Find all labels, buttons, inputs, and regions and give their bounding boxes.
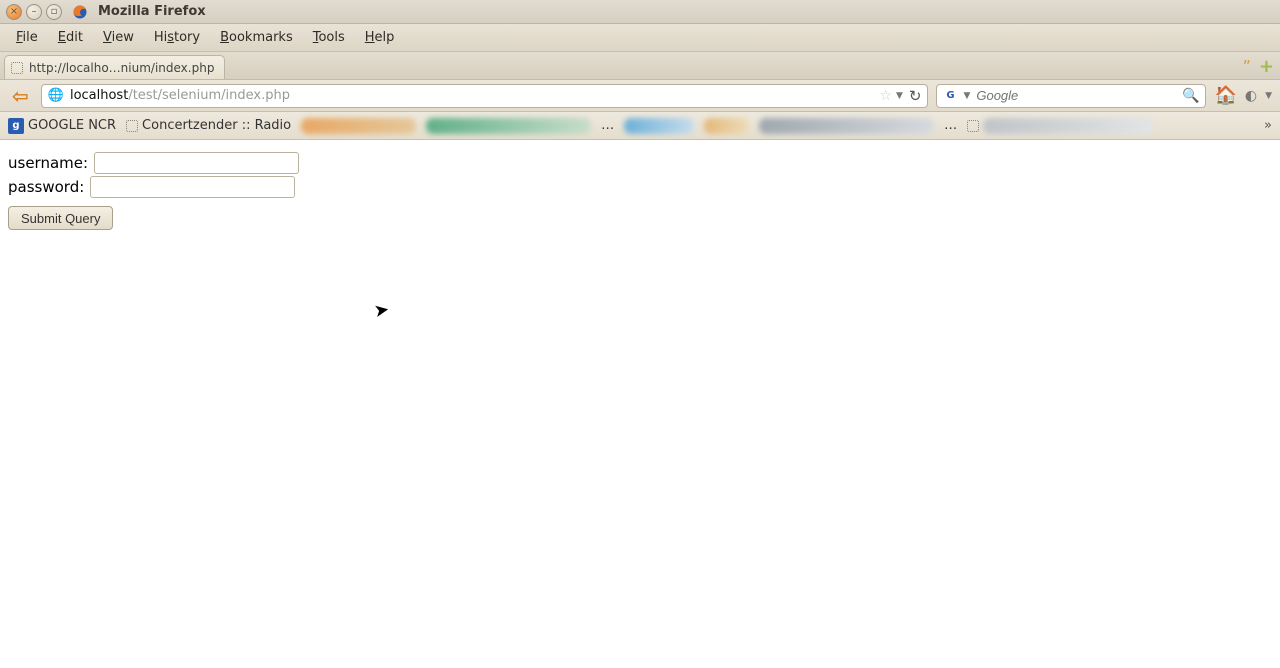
menu-help[interactable]: Help [355, 26, 405, 49]
google-favicon-icon: g [8, 118, 24, 134]
window-minimize-button[interactable]: – [26, 4, 42, 20]
bookmark-blurred[interactable] [759, 118, 934, 134]
title-bar: × – ▫ Mozilla Firefox [0, 0, 1280, 24]
url-history-dropdown-icon[interactable]: ▼ [896, 91, 903, 101]
window-close-button[interactable]: × [6, 4, 22, 20]
browser-tab[interactable]: http://localho…nium/index.php [4, 55, 225, 79]
bookmarks-overflow-icon[interactable]: » [1264, 118, 1272, 133]
login-form: username: password: Submit Query [8, 152, 1272, 230]
reload-button[interactable]: ↻ [909, 87, 922, 105]
new-tab-button[interactable]: + [1259, 56, 1274, 77]
menu-bookmarks[interactable]: Bookmarks [210, 26, 303, 49]
bookmark-google-ncr[interactable]: g GOOGLE NCR [8, 118, 116, 134]
bookmark-label: GOOGLE NCR [28, 118, 116, 133]
password-input[interactable] [90, 176, 295, 198]
submit-button[interactable]: Submit Query [8, 206, 113, 230]
favicon-placeholder-icon [967, 120, 979, 132]
bookmark-blurred[interactable] [301, 118, 416, 134]
search-engine-dropdown-icon[interactable]: ▼ [963, 91, 970, 101]
username-label: username: [8, 154, 88, 172]
home-button[interactable]: 🏠 [1214, 85, 1236, 106]
list-all-tabs-icon[interactable]: ˮ [1243, 57, 1251, 76]
menu-bar: File Edit View History Bookmarks Tools H… [0, 24, 1280, 52]
menu-view[interactable]: View [93, 26, 144, 49]
bookmark-ellipsis: … [944, 118, 957, 133]
menu-history[interactable]: History [144, 26, 210, 49]
bookmark-blurred[interactable] [426, 118, 591, 134]
bookmark-ellipsis: … [601, 118, 614, 133]
window-title: Mozilla Firefox [98, 4, 206, 19]
toolbar-menu-dropdown-icon[interactable]: ▼ [1265, 91, 1272, 101]
bookmark-blurred[interactable] [704, 118, 749, 134]
firefox-icon [72, 4, 88, 20]
site-identity-icon[interactable]: 🌐 [48, 88, 64, 103]
navigation-toolbar: ⇦ 🌐 localhost/test/selenium/index.php ☆ … [0, 80, 1280, 112]
username-input[interactable] [94, 152, 299, 174]
menu-edit[interactable]: Edit [48, 26, 93, 49]
address-bar[interactable]: 🌐 localhost/test/selenium/index.php ☆ ▼ … [41, 84, 929, 108]
tab-strip: http://localho…nium/index.php ˮ + [0, 52, 1280, 80]
tab-favicon-placeholder-icon [11, 62, 23, 74]
search-engine-icon[interactable]: G [943, 89, 957, 103]
bookmark-blurred[interactable] [967, 118, 1153, 134]
bookmark-concertzender[interactable]: Concertzender :: Radio [126, 118, 291, 133]
favicon-placeholder-icon [126, 120, 138, 132]
menu-tools[interactable]: Tools [303, 26, 355, 49]
back-button[interactable]: ⇦ [8, 84, 33, 108]
mouse-cursor-icon: ➤ [372, 299, 391, 322]
bookmarks-toolbar: g GOOGLE NCR Concertzender :: Radio … … … [0, 112, 1280, 140]
page-content: username: password: Submit Query ➤ [0, 140, 1280, 668]
search-input[interactable] [976, 88, 1176, 103]
window-maximize-button[interactable]: ▫ [46, 4, 62, 20]
url-path: /test/selenium/index.php [128, 88, 290, 103]
bookmark-star-icon[interactable]: ☆ [879, 88, 892, 104]
password-label: password: [8, 178, 84, 196]
addon-icon[interactable]: ◐ [1245, 88, 1257, 104]
bookmark-label: Concertzender :: Radio [142, 118, 291, 133]
bookmark-blurred[interactable] [624, 118, 694, 134]
search-bar[interactable]: G ▼ 🔍 [936, 84, 1206, 108]
url-host: localhost [70, 88, 128, 103]
tab-title: http://localho…nium/index.php [29, 61, 214, 75]
menu-file[interactable]: File [6, 26, 48, 49]
search-go-icon[interactable]: 🔍 [1182, 88, 1199, 104]
